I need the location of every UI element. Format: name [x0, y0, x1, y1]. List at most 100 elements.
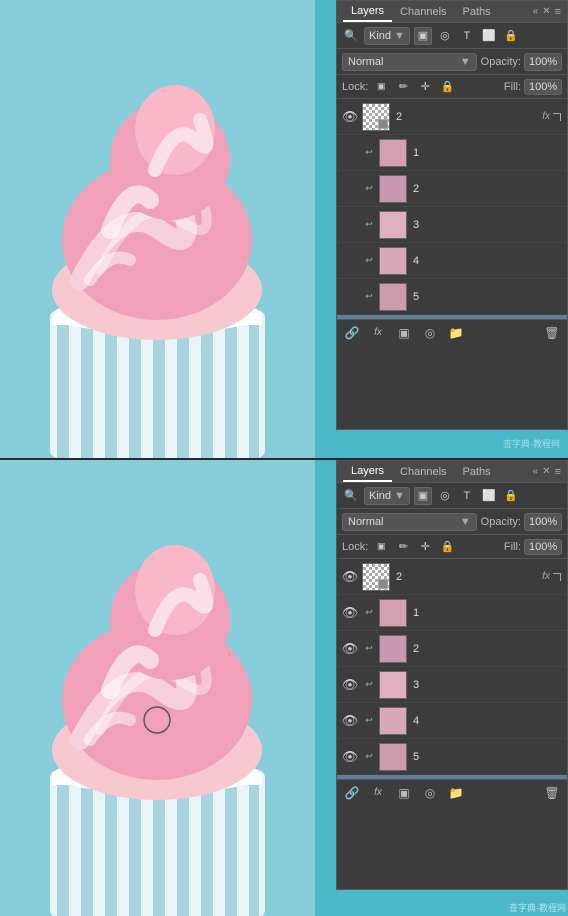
- layer-thumb-1-top: [379, 139, 407, 167]
- search-icon-top: 🔍: [342, 27, 360, 45]
- link-btn-top[interactable]: 🔗: [341, 322, 363, 344]
- lock-move-icon[interactable]: ✛: [416, 78, 434, 96]
- eye-icon-2-bottom[interactable]: 👁: [341, 640, 359, 658]
- eye-icon-1-bottom[interactable]: 👁: [341, 604, 359, 622]
- collapse-icon[interactable]: «: [533, 6, 539, 17]
- lock-label-bottom: Lock:: [342, 541, 368, 553]
- kind-row-bottom: 🔍 Kind ▼ ▣ ◎ T ⬜ 🔒: [337, 483, 567, 509]
- tab-layers-top[interactable]: Layers: [343, 2, 392, 22]
- blend-mode-dropdown-top[interactable]: Normal ▼: [342, 53, 477, 71]
- layer-row-1-top[interactable]: 👁 ↩ 1: [337, 135, 567, 171]
- shape-filter-icon[interactable]: ⬜: [480, 27, 498, 45]
- tab-paths-top[interactable]: Paths: [455, 3, 499, 21]
- pixel-filter-icon[interactable]: ▣: [414, 27, 432, 45]
- layer-thumb-2-bottom: [379, 635, 407, 663]
- kind-row-top: 🔍 Kind ▼ ▣ ◎ T ⬜ 🔒: [337, 23, 567, 49]
- eye-icon-group2-bottom[interactable]: 👁: [341, 568, 359, 586]
- layer-row-2-top[interactable]: 👁 ↩ 2: [337, 171, 567, 207]
- layer-name-4-top: 4: [410, 255, 563, 267]
- adjustment-filter-icon[interactable]: ◎: [436, 27, 454, 45]
- kind-dropdown-top[interactable]: Kind ▼: [364, 27, 410, 45]
- tab-channels-top[interactable]: Channels: [392, 3, 454, 21]
- fx-btn-top[interactable]: fx: [367, 322, 389, 344]
- eye-icon-5-bottom[interactable]: 👁: [341, 748, 359, 766]
- layer-row-4-bottom[interactable]: 👁 ↩ 4: [337, 703, 567, 739]
- panel-menu-icon-bottom[interactable]: ≡: [555, 466, 561, 478]
- top-panel-half: Layers Channels Paths « ✕ ≡ 🔍 Kind ▼ ▣ ◎…: [0, 0, 568, 458]
- mask-btn-bottom[interactable]: ▣: [393, 782, 415, 804]
- layer-row-4-top[interactable]: 👁 ↩ 4: [337, 243, 567, 279]
- pixel-filter-icon-b[interactable]: ▣: [414, 487, 432, 505]
- lock-paint-icon[interactable]: ✏: [394, 78, 412, 96]
- lock-paint-icon-b[interactable]: ✏: [394, 538, 412, 556]
- eye-icon-group2-top[interactable]: 👁: [341, 108, 359, 126]
- layer-row-3-top[interactable]: 👁 ↩ 3: [337, 207, 567, 243]
- panel-header-bottom: Layers Channels Paths « ✕ ≡: [337, 461, 567, 483]
- lock-all-icon[interactable]: 🔒: [438, 78, 456, 96]
- link-icon-2-top: ↩: [362, 182, 376, 196]
- type-filter-icon[interactable]: T: [458, 27, 476, 45]
- opacity-value-bottom[interactable]: 100%: [524, 513, 562, 531]
- layer-row-5-bottom[interactable]: 👁 ↩ 5: [337, 739, 567, 775]
- smart-filter-icon[interactable]: 🔒: [502, 27, 520, 45]
- fx-icon-group2-bottom: fx: [542, 571, 550, 582]
- adjustment-btn-bottom[interactable]: ◎: [419, 782, 441, 804]
- link-icon-3-bottom: ↩: [362, 678, 376, 692]
- group-btn-bottom[interactable]: 📁: [445, 782, 467, 804]
- layer-name-4-bottom: 4: [410, 715, 563, 727]
- smart-filter-icon-b[interactable]: 🔒: [502, 487, 520, 505]
- app-container: Layers Channels Paths « ✕ ≡ 🔍 Kind ▼ ▣ ◎…: [0, 0, 568, 916]
- adjustment-filter-icon-b[interactable]: ◎: [436, 487, 454, 505]
- layer-thumb-5-top: [379, 283, 407, 311]
- link-btn-bottom[interactable]: 🔗: [341, 782, 363, 804]
- mask-btn-top[interactable]: ▣: [393, 322, 415, 344]
- fill-control-bottom: Fill: 100%: [504, 539, 562, 555]
- layer-name-group2-bottom: 2: [393, 571, 539, 583]
- delete-btn-bottom[interactable]: 🗑: [541, 782, 563, 804]
- kind-dropdown-bottom[interactable]: Kind ▼: [364, 487, 410, 505]
- fill-value-bottom[interactable]: 100%: [524, 539, 562, 555]
- tab-channels-bottom[interactable]: Channels: [392, 463, 454, 481]
- group-btn-top[interactable]: 📁: [445, 322, 467, 344]
- layers-bottom-top: 🔗 fx ▣ ◎ 📁 🗑: [337, 319, 567, 345]
- close-icon[interactable]: ✕: [542, 6, 550, 17]
- close-icon-bottom[interactable]: ✕: [542, 466, 550, 477]
- link-icon-3-top: ↩: [362, 218, 376, 232]
- collapse-icon-bottom[interactable]: «: [533, 466, 539, 477]
- lock-all-icon-b[interactable]: 🔒: [438, 538, 456, 556]
- panel-menu-icon-top[interactable]: ≡: [555, 6, 561, 18]
- layer-name-1-top: 1: [410, 147, 563, 159]
- link-icon-1-top: ↩: [362, 146, 376, 160]
- layer-thumb-3-top: [379, 211, 407, 239]
- eye-icon-3-bottom[interactable]: 👁: [341, 676, 359, 694]
- opacity-label-bottom: Opacity:: [481, 516, 521, 528]
- layer-row-group2-bottom[interactable]: 👁 2 fx: [337, 559, 567, 595]
- adjustment-btn-top[interactable]: ◎: [419, 322, 441, 344]
- lock-move-icon-b[interactable]: ✛: [416, 538, 434, 556]
- tab-layers-bottom[interactable]: Layers: [343, 462, 392, 482]
- shape-filter-icon-b[interactable]: ⬜: [480, 487, 498, 505]
- delete-btn-top[interactable]: 🗑: [541, 322, 563, 344]
- blend-mode-dropdown-bottom[interactable]: Normal ▼: [342, 513, 477, 531]
- type-filter-icon-b[interactable]: T: [458, 487, 476, 505]
- tab-paths-bottom[interactable]: Paths: [455, 463, 499, 481]
- layers-panel-top: Layers Channels Paths « ✕ ≡ 🔍 Kind ▼ ▣ ◎…: [336, 0, 568, 430]
- lock-label-top: Lock:: [342, 81, 368, 93]
- layer-name-3-bottom: 3: [410, 679, 563, 691]
- layers-list-top: 👁 2 fx 👁 ↩ 1: [337, 99, 567, 319]
- lock-pixel-icon[interactable]: ▣: [372, 78, 390, 96]
- fx-btn-bottom[interactable]: fx: [367, 782, 389, 804]
- layer-row-3-bottom[interactable]: 👁 ↩ 3: [337, 667, 567, 703]
- layer-name-1-bottom: 1: [410, 607, 563, 619]
- fill-value-top[interactable]: 100%: [524, 79, 562, 95]
- watermark-top: 查字典·教程网: [503, 437, 560, 450]
- layer-name-2-bottom: 2: [410, 643, 563, 655]
- layer-row-5-top[interactable]: 👁 ↩ 5: [337, 279, 567, 315]
- layer-row-1-bottom[interactable]: 👁 ↩ 1: [337, 595, 567, 631]
- eye-icon-4-bottom[interactable]: 👁: [341, 712, 359, 730]
- layer-row-2-bottom[interactable]: 👁 ↩ 2: [337, 631, 567, 667]
- layer-row-group-2-top[interactable]: 👁 2 fx: [337, 99, 567, 135]
- lock-pixel-icon-b[interactable]: ▣: [372, 538, 390, 556]
- collapse-buttons-top: « ✕: [533, 6, 551, 17]
- opacity-value-top[interactable]: 100%: [524, 53, 562, 71]
